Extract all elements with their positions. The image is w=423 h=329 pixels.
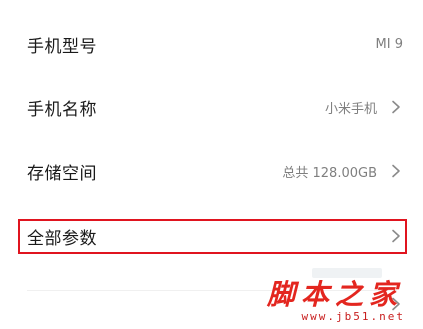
storage-label: 存储空间 (27, 163, 97, 184)
row-phone-model: 手机型号 MI 9 (0, 24, 423, 64)
about-phone-screen: 手机型号 MI 9 手机名称 小米手机 存储空间 总共 128.00GB 全部参… (0, 0, 423, 329)
row-phone-name[interactable]: 手机名称 小米手机 (0, 87, 423, 127)
highlight-box (18, 219, 407, 254)
phone-name-label: 手机名称 (27, 99, 97, 120)
chevron-right-icon (389, 164, 403, 178)
watermark: 脚本之家 www.jb51.net (265, 273, 415, 323)
watermark-url: www.jb51.net (301, 310, 405, 323)
phone-name-value: 小米手机 (324, 101, 377, 117)
watermark-title: 脚本之家 (266, 278, 403, 311)
chevron-right-icon (389, 100, 403, 114)
phone-model-label: 手机型号 (27, 36, 97, 57)
storage-value: 总共 128.00GB (282, 165, 377, 181)
row-storage[interactable]: 存储空间 总共 128.00GB (0, 151, 423, 191)
phone-model-value: MI 9 (375, 36, 403, 52)
